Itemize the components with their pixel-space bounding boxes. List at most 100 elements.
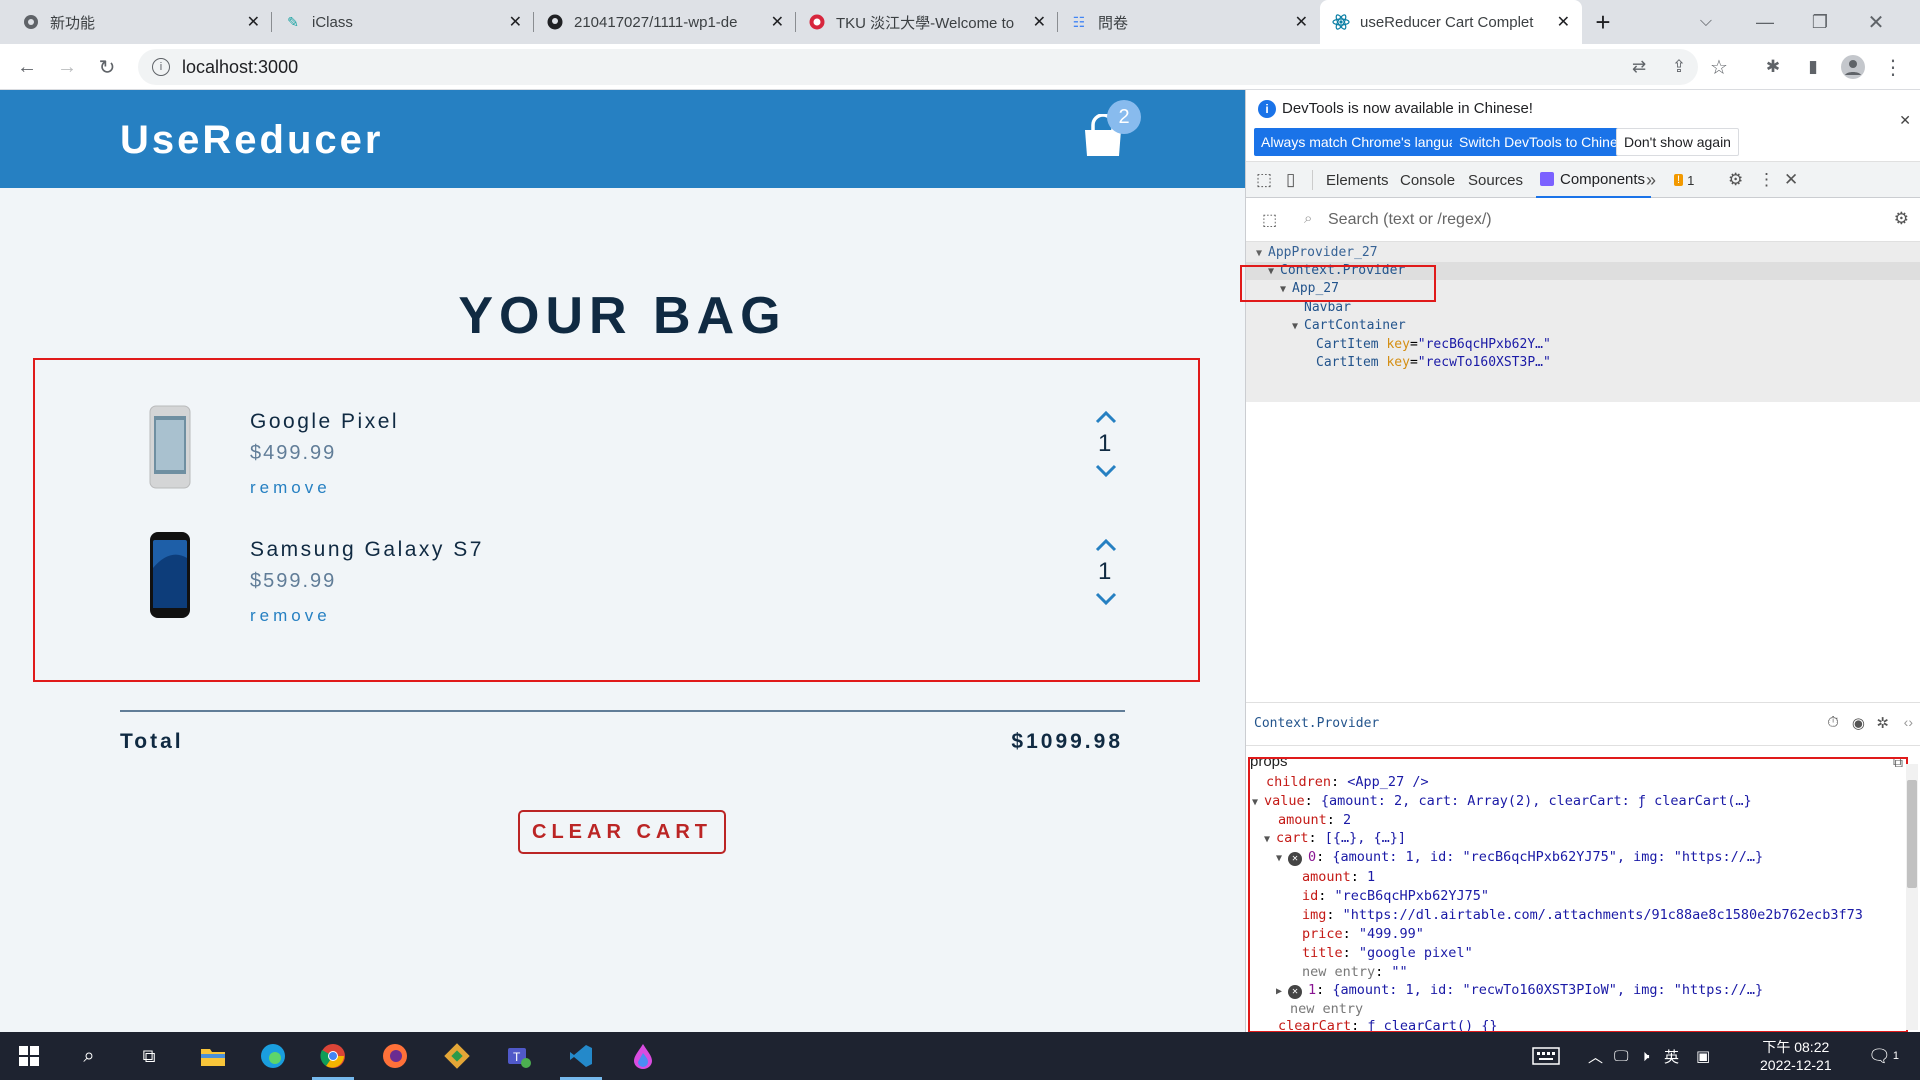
info-icon[interactable]: i xyxy=(152,58,170,76)
react-icon xyxy=(1332,13,1350,31)
settings-gear-icon[interactable]: ⚙ xyxy=(1894,209,1909,229)
profile-avatar-icon[interactable] xyxy=(1840,54,1866,80)
close-icon[interactable]: ✕ xyxy=(247,12,260,32)
view-source-icon[interactable]: ‹› xyxy=(1904,714,1913,730)
side-panel-icon[interactable]: ▮ xyxy=(1800,54,1826,80)
tab-search-chevron-icon[interactable]: ⌵ xyxy=(1693,9,1719,35)
close-icon[interactable]: ✕ xyxy=(1899,112,1911,129)
back-icon[interactable]: ← xyxy=(14,54,40,80)
total-value: $1099.98 xyxy=(1011,730,1123,753)
survey-icon: ☷ xyxy=(1072,13,1086,30)
chevron-up-icon[interactable] xyxy=(1095,538,1117,552)
tab-console[interactable]: Console xyxy=(1400,162,1455,198)
tray-chevron-up-icon[interactable]: ︿ xyxy=(1588,1032,1603,1080)
bookmark-star-icon[interactable]: ☆ xyxy=(1706,54,1732,80)
tree-node[interactable]: CartItem key="recwTo160XST3P…" xyxy=(1316,354,1551,372)
minimize-icon[interactable]: — xyxy=(1752,9,1778,35)
close-devtools-icon[interactable]: ✕ xyxy=(1784,162,1798,198)
translate-icon[interactable]: ⇄ xyxy=(1626,54,1652,80)
select-component-icon[interactable]: ⬚ xyxy=(1262,210,1277,230)
eye-icon[interactable]: ◉ xyxy=(1852,714,1865,732)
address-bar[interactable]: i localhost:3000 xyxy=(138,49,1698,85)
tree-node[interactable]: ▼ AppProvider_27 xyxy=(1256,244,1378,262)
match-language-button[interactable]: Always match Chrome's language xyxy=(1254,128,1480,156)
tree-node[interactable]: CartItem key="recB6qcHPxb62Y…" xyxy=(1316,336,1551,354)
tab-elements[interactable]: Elements xyxy=(1326,162,1389,198)
scrollbar[interactable] xyxy=(1906,764,1918,1030)
settings-gear-icon[interactable]: ⚙ xyxy=(1728,162,1743,198)
devtools-menu-icon[interactable]: ⋮ xyxy=(1758,162,1775,198)
tree-node[interactable]: ▼ CartContainer xyxy=(1292,317,1406,335)
browser-tab[interactable]: ✎ iClass ✕ xyxy=(272,0,534,44)
close-icon[interactable]: ✕ xyxy=(771,12,784,32)
firefox-icon[interactable] xyxy=(366,1032,424,1080)
highlight-box xyxy=(1240,265,1436,302)
close-icon[interactable]: ✕ xyxy=(1557,12,1570,32)
browser-tab[interactable]: 210417027/1111-wp1-de ✕ xyxy=(534,0,796,44)
share-icon[interactable]: ⇪ xyxy=(1666,54,1692,80)
issues-badge[interactable]: ! 1 xyxy=(1674,162,1694,198)
time: 下午 08:22 xyxy=(1762,1039,1830,1055)
notification-icon[interactable]: 🗨 1 xyxy=(1868,1032,1899,1080)
reload-icon[interactable]: ↻ xyxy=(94,54,120,80)
extensions-icon[interactable]: ✱ xyxy=(1760,54,1786,80)
tab-components[interactable]: Components xyxy=(1536,162,1652,198)
edge-icon[interactable] xyxy=(244,1032,302,1080)
item-name: Google Pixel xyxy=(250,410,400,433)
restore-icon[interactable]: ❐ xyxy=(1807,9,1833,35)
scrollbar-thumb[interactable] xyxy=(1907,780,1917,888)
dont-show-again-button[interactable]: Don't show again xyxy=(1616,128,1739,156)
page-title: YOUR BAG xyxy=(458,287,787,345)
git-icon[interactable] xyxy=(428,1032,486,1080)
brand-title: UseReducer xyxy=(120,118,384,162)
vscode-icon[interactable] xyxy=(552,1032,610,1080)
network-icon[interactable]: 🖵 xyxy=(1614,1032,1628,1080)
teams-icon[interactable]: T xyxy=(490,1032,548,1080)
browser-tab[interactable]: ☷ 問卷 ✕ xyxy=(1058,0,1320,44)
device-toolbar-icon[interactable]: ▯ xyxy=(1286,162,1295,198)
clock[interactable]: 下午 08:22 2022-12-21 xyxy=(1760,1032,1832,1080)
tab-sources[interactable]: Sources xyxy=(1468,162,1523,198)
close-icon[interactable]: ✕ xyxy=(509,12,522,32)
window-close-icon[interactable]: ✕ xyxy=(1863,9,1889,35)
inspect-element-icon[interactable]: ⬚ xyxy=(1256,162,1272,198)
more-tabs-icon[interactable]: » xyxy=(1646,162,1656,198)
remove-button[interactable]: remove xyxy=(250,478,331,498)
browser-tab-active[interactable]: useReducer Cart Complet ✕ xyxy=(1320,0,1582,44)
volume-muted-icon[interactable]: 🕨 xyxy=(1640,1032,1649,1080)
browser-tab[interactable]: 新功能 ✕ xyxy=(10,0,272,44)
chrome-taskbar-icon[interactable] xyxy=(304,1032,362,1080)
timer-icon[interactable]: ⏱ xyxy=(1827,714,1839,731)
chevron-down-icon[interactable] xyxy=(1095,592,1117,606)
web-app: UseReducer 2 YOUR BAG Google Pixel $499.… xyxy=(0,90,1245,1033)
tab-title: iClass xyxy=(312,13,353,31)
chevron-up-icon[interactable] xyxy=(1095,410,1117,424)
keyboard-icon[interactable] xyxy=(1532,1032,1560,1080)
windows-taskbar: ⌕ ⧉ T ︿ 🖵 🕨 英 ▣ 下午 08:22 2022-12-21 🗨 1 xyxy=(0,1032,1920,1080)
switch-chinese-button[interactable]: Switch DevTools to Chinese xyxy=(1452,128,1640,156)
input-mode-icon[interactable]: ▣ xyxy=(1696,1032,1710,1080)
search-input[interactable]: Search (text or /regex/) xyxy=(1328,211,1492,229)
cart-count-badge: 2 xyxy=(1107,100,1141,134)
devtools-tab-bar: ⬚ ▯ Elements Console Sources Components … xyxy=(1246,162,1920,198)
bug-icon[interactable]: ✲ xyxy=(1876,714,1889,732)
file-explorer-icon[interactable] xyxy=(184,1032,242,1080)
task-view-icon[interactable]: ⧉ xyxy=(120,1032,178,1080)
menu-kebab-icon[interactable]: ⋮ xyxy=(1880,54,1906,80)
item-price: $499.99 xyxy=(250,442,337,464)
clear-cart-button[interactable]: CLEAR CART xyxy=(518,810,726,854)
search-icon[interactable]: ⌕ xyxy=(60,1032,118,1080)
forward-icon[interactable]: → xyxy=(54,54,80,80)
new-tab-icon[interactable]: + xyxy=(1590,7,1616,37)
browser-tab[interactable]: TKU 淡江大學-Welcome to ✕ xyxy=(796,0,1058,44)
paint-drop-icon[interactable] xyxy=(614,1032,672,1080)
windows-start-icon[interactable] xyxy=(0,1032,58,1080)
close-icon[interactable]: ✕ xyxy=(1033,12,1046,32)
remove-button[interactable]: remove xyxy=(250,606,331,626)
ime-indicator[interactable]: 英 xyxy=(1664,1032,1679,1080)
chevron-down-icon[interactable] xyxy=(1095,464,1117,478)
close-icon[interactable]: ✕ xyxy=(1295,12,1308,32)
google-pixel-image xyxy=(149,405,191,489)
selected-component-name: Context.Provider xyxy=(1254,716,1380,731)
chat-bubble-icon: 🗨 xyxy=(1868,1045,1891,1066)
